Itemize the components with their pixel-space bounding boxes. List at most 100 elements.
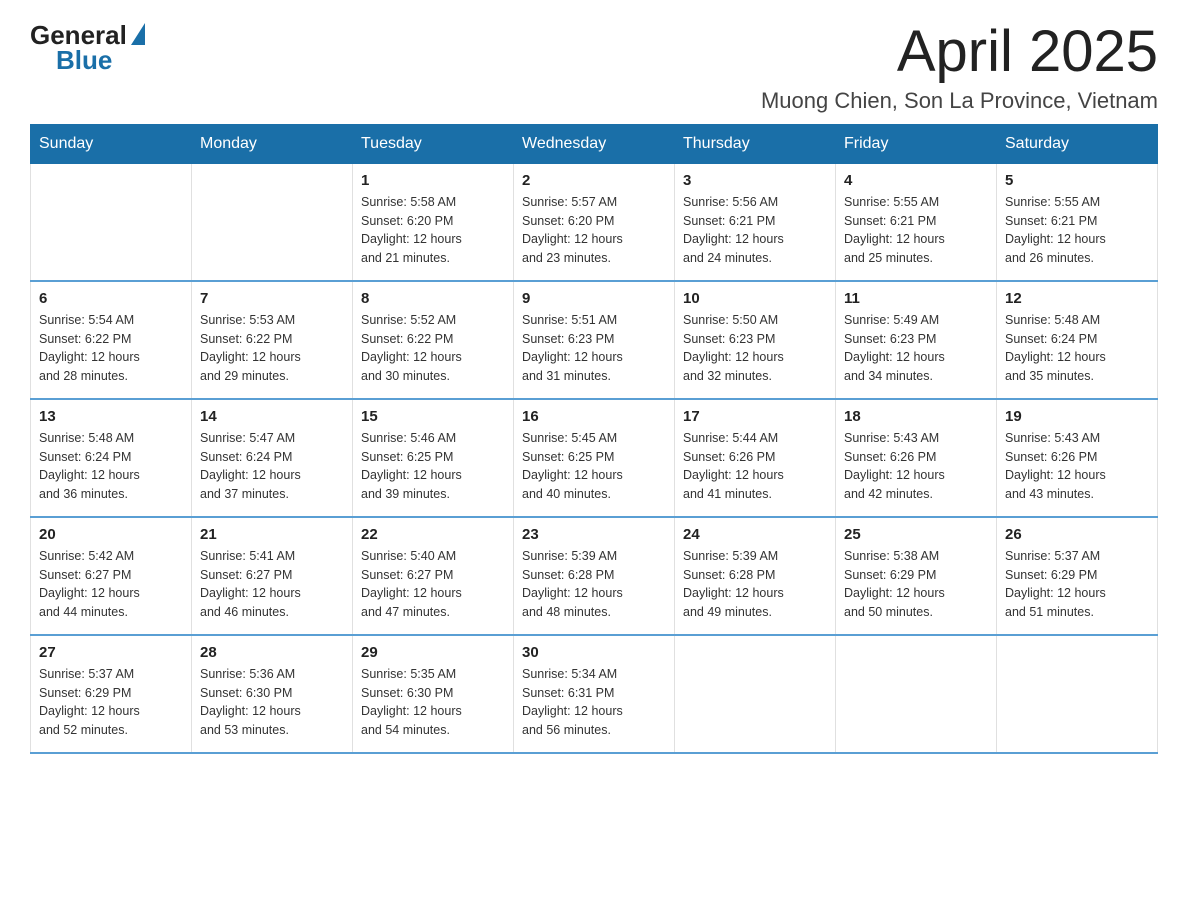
week-row-2: 6 Sunrise: 5:54 AM Sunset: 6:22 PM Daylig… [31,281,1158,399]
calendar-cell-w2-d4: 10 Sunrise: 5:50 AM Sunset: 6:23 PM Dayli… [675,281,836,399]
day-number-12: 12 [1005,290,1149,307]
calendar-cell-w5-d6 [997,635,1158,753]
logo: General Blue [30,20,145,76]
day-number-9: 9 [522,290,666,307]
day-info-7: Sunrise: 5:53 AM Sunset: 6:22 PM Dayligh… [200,311,344,386]
day-info-30: Sunrise: 5:34 AM Sunset: 6:31 PM Dayligh… [522,665,666,740]
calendar-cell-w4-d0: 20Sunrise: 5:42 AM Sunset: 6:27 PM Dayli… [31,517,192,635]
calendar-cell-w1-d0 [31,163,192,281]
day-number-30: 30 [522,644,666,661]
calendar-cell-w5-d0: 27Sunrise: 5:37 AM Sunset: 6:29 PM Dayli… [31,635,192,753]
day-number-23: 23 [522,526,666,543]
weekday-header-saturday: Saturday [997,124,1158,163]
day-number-1: 1 [361,172,505,189]
day-info-1: Sunrise: 5:58 AM Sunset: 6:20 PM Dayligh… [361,193,505,268]
day-number-29: 29 [361,644,505,661]
day-info-25: Sunrise: 5:38 AM Sunset: 6:29 PM Dayligh… [844,547,988,622]
day-number-21: 21 [200,526,344,543]
calendar-cell-w2-d6: 12 Sunrise: 5:48 AM Sunset: 6:24 PM Dayli… [997,281,1158,399]
calendar-cell-w1-d2: 1 Sunrise: 5:58 AM Sunset: 6:20 PM Daylig… [353,163,514,281]
day-info-13: Sunrise: 5:48 AM Sunset: 6:24 PM Dayligh… [39,429,183,504]
calendar-cell-w4-d1: 21 Sunrise: 5:41 AM Sunset: 6:27 PM Dayli… [192,517,353,635]
weekday-header-sunday: Sunday [31,124,192,163]
day-info-10: Sunrise: 5:50 AM Sunset: 6:23 PM Dayligh… [683,311,827,386]
calendar-cell-w3-d3: 16 Sunrise: 5:45 AM Sunset: 6:25 PM Dayli… [514,399,675,517]
week-row-1: 1 Sunrise: 5:58 AM Sunset: 6:20 PM Daylig… [31,163,1158,281]
week-row-3: 13 Sunrise: 5:48 AM Sunset: 6:24 PM Dayli… [31,399,1158,517]
weekday-header-friday: Friday [836,124,997,163]
calendar-cell-w2-d1: 7 Sunrise: 5:53 AM Sunset: 6:22 PM Daylig… [192,281,353,399]
calendar-cell-w1-d5: 4Sunrise: 5:55 AM Sunset: 6:21 PM Daylig… [836,163,997,281]
calendar-cell-w5-d5 [836,635,997,753]
day-number-16: 16 [522,408,666,425]
calendar-cell-w3-d6: 19Sunrise: 5:43 AM Sunset: 6:26 PM Dayli… [997,399,1158,517]
calendar-cell-w4-d6: 26 Sunrise: 5:37 AM Sunset: 6:29 PM Dayli… [997,517,1158,635]
day-info-28: Sunrise: 5:36 AM Sunset: 6:30 PM Dayligh… [200,665,344,740]
calendar-cell-w3-d2: 15Sunrise: 5:46 AM Sunset: 6:25 PM Dayli… [353,399,514,517]
day-info-24: Sunrise: 5:39 AM Sunset: 6:28 PM Dayligh… [683,547,827,622]
calendar-cell-w1-d3: 2 Sunrise: 5:57 AM Sunset: 6:20 PM Daylig… [514,163,675,281]
calendar-cell-w2-d0: 6 Sunrise: 5:54 AM Sunset: 6:22 PM Daylig… [31,281,192,399]
day-info-18: Sunrise: 5:43 AM Sunset: 6:26 PM Dayligh… [844,429,988,504]
day-number-3: 3 [683,172,827,189]
day-info-19: Sunrise: 5:43 AM Sunset: 6:26 PM Dayligh… [1005,429,1149,504]
week-row-4: 20Sunrise: 5:42 AM Sunset: 6:27 PM Dayli… [31,517,1158,635]
calendar-cell-w1-d6: 5Sunrise: 5:55 AM Sunset: 6:21 PM Daylig… [997,163,1158,281]
day-info-16: Sunrise: 5:45 AM Sunset: 6:25 PM Dayligh… [522,429,666,504]
weekday-header-tuesday: Tuesday [353,124,514,163]
day-number-7: 7 [200,290,344,307]
calendar-table: SundayMondayTuesdayWednesdayThursdayFrid… [30,124,1158,754]
day-number-8: 8 [361,290,505,307]
day-info-12: Sunrise: 5:48 AM Sunset: 6:24 PM Dayligh… [1005,311,1149,386]
calendar-cell-w5-d2: 29 Sunrise: 5:35 AM Sunset: 6:30 PM Dayli… [353,635,514,753]
page-header: General Blue April 2025 Muong Chien, Son… [30,20,1158,114]
calendar-cell-w3-d0: 13 Sunrise: 5:48 AM Sunset: 6:24 PM Dayli… [31,399,192,517]
day-info-6: Sunrise: 5:54 AM Sunset: 6:22 PM Dayligh… [39,311,183,386]
day-info-14: Sunrise: 5:47 AM Sunset: 6:24 PM Dayligh… [200,429,344,504]
day-number-4: 4 [844,172,988,189]
weekday-header-thursday: Thursday [675,124,836,163]
calendar-cell-w2-d3: 9 Sunrise: 5:51 AM Sunset: 6:23 PM Daylig… [514,281,675,399]
logo-blue-text: Blue [56,45,112,76]
day-number-6: 6 [39,290,183,307]
calendar-cell-w2-d5: 11 Sunrise: 5:49 AM Sunset: 6:23 PM Dayli… [836,281,997,399]
day-info-29: Sunrise: 5:35 AM Sunset: 6:30 PM Dayligh… [361,665,505,740]
day-info-3: Sunrise: 5:56 AM Sunset: 6:21 PM Dayligh… [683,193,827,268]
day-number-27: 27 [39,644,183,661]
day-number-14: 14 [200,408,344,425]
day-number-17: 17 [683,408,827,425]
day-number-13: 13 [39,408,183,425]
day-info-9: Sunrise: 5:51 AM Sunset: 6:23 PM Dayligh… [522,311,666,386]
day-info-11: Sunrise: 5:49 AM Sunset: 6:23 PM Dayligh… [844,311,988,386]
calendar-cell-w5-d4 [675,635,836,753]
week-row-5: 27Sunrise: 5:37 AM Sunset: 6:29 PM Dayli… [31,635,1158,753]
day-info-5: Sunrise: 5:55 AM Sunset: 6:21 PM Dayligh… [1005,193,1149,268]
calendar-cell-w3-d4: 17Sunrise: 5:44 AM Sunset: 6:26 PM Dayli… [675,399,836,517]
calendar-cell-w1-d4: 3 Sunrise: 5:56 AM Sunset: 6:21 PM Daylig… [675,163,836,281]
day-info-21: Sunrise: 5:41 AM Sunset: 6:27 PM Dayligh… [200,547,344,622]
day-number-10: 10 [683,290,827,307]
calendar-cell-w1-d1 [192,163,353,281]
calendar-cell-w4-d4: 24 Sunrise: 5:39 AM Sunset: 6:28 PM Dayli… [675,517,836,635]
calendar-cell-w4-d5: 25 Sunrise: 5:38 AM Sunset: 6:29 PM Dayli… [836,517,997,635]
title-section: April 2025 Muong Chien, Son La Province,… [761,20,1158,114]
calendar-cell-w4-d3: 23 Sunrise: 5:39 AM Sunset: 6:28 PM Dayli… [514,517,675,635]
day-number-15: 15 [361,408,505,425]
calendar-cell-w3-d5: 18Sunrise: 5:43 AM Sunset: 6:26 PM Dayli… [836,399,997,517]
day-number-26: 26 [1005,526,1149,543]
day-info-2: Sunrise: 5:57 AM Sunset: 6:20 PM Dayligh… [522,193,666,268]
calendar-cell-w3-d1: 14 Sunrise: 5:47 AM Sunset: 6:24 PM Dayli… [192,399,353,517]
day-number-11: 11 [844,290,988,307]
calendar-cell-w5-d1: 28Sunrise: 5:36 AM Sunset: 6:30 PM Dayli… [192,635,353,753]
day-number-25: 25 [844,526,988,543]
day-number-24: 24 [683,526,827,543]
logo-triangle-icon [131,23,145,45]
day-info-26: Sunrise: 5:37 AM Sunset: 6:29 PM Dayligh… [1005,547,1149,622]
weekday-header-monday: Monday [192,124,353,163]
day-info-20: Sunrise: 5:42 AM Sunset: 6:27 PM Dayligh… [39,547,183,622]
weekday-header-wednesday: Wednesday [514,124,675,163]
calendar-cell-w5-d3: 30 Sunrise: 5:34 AM Sunset: 6:31 PM Dayli… [514,635,675,753]
day-info-23: Sunrise: 5:39 AM Sunset: 6:28 PM Dayligh… [522,547,666,622]
day-number-2: 2 [522,172,666,189]
calendar-cell-w2-d2: 8Sunrise: 5:52 AM Sunset: 6:22 PM Daylig… [353,281,514,399]
